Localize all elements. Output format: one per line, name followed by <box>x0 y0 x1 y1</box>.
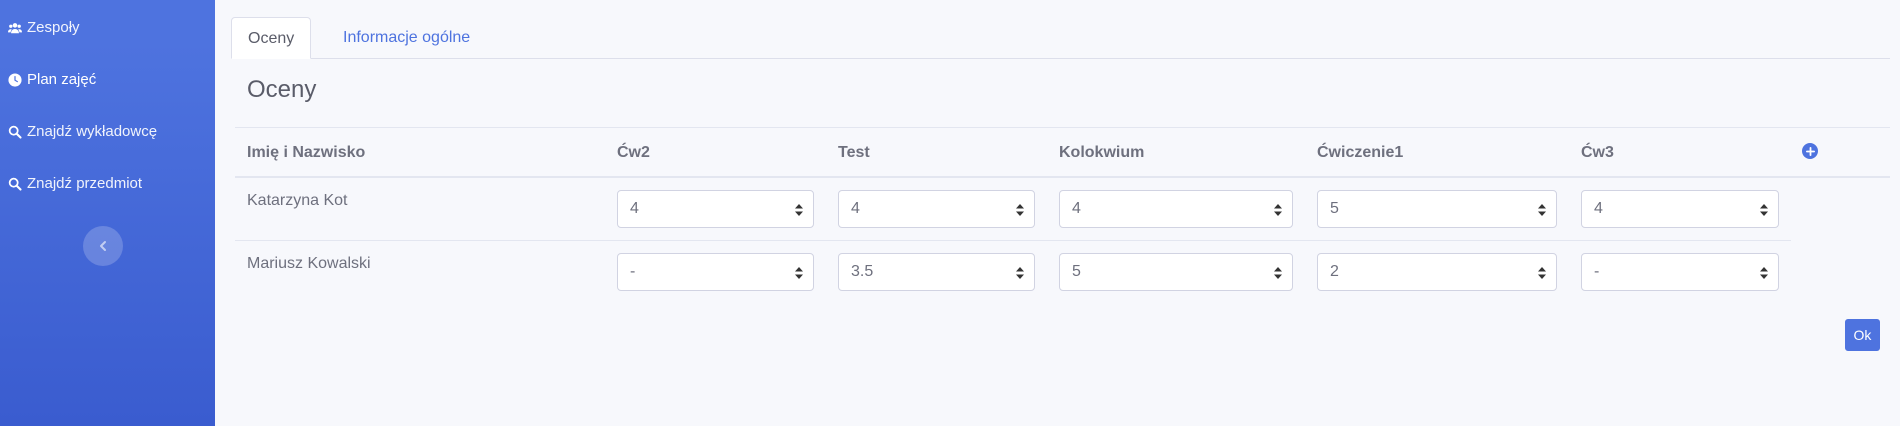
grade-select[interactable]: - <box>617 253 814 291</box>
grade-select[interactable]: 2 <box>1317 253 1557 291</box>
tab-oceny[interactable]: Oceny <box>231 17 312 59</box>
grade-select[interactable]: 5 <box>1059 253 1293 291</box>
page-title: Oceny <box>247 76 317 103</box>
student-name: Mariusz Kowalski <box>247 255 371 272</box>
student-name: Katarzyna Kot <box>247 192 348 209</box>
sidebar-item-label: Znajdź przedmiot <box>27 175 143 192</box>
sidebar-item-label: Znajdź wykładowcę <box>27 123 158 140</box>
grade-value: 5 <box>1072 263 1081 280</box>
table-row: Katarzyna Kot 4 4 4 5 4 <box>235 178 1791 241</box>
users-icon <box>7 20 22 35</box>
sidebar: Zespoły Plan zajęć Znajdź wykładowcę Zna… <box>0 0 215 426</box>
sidebar-item-label: Zespoły <box>27 19 80 36</box>
tab-informacje-ogolne[interactable]: Informacje ogólne <box>327 17 486 59</box>
column-header: Ćwiczenie1 <box>1317 144 1404 161</box>
grade-select[interactable]: 4 <box>1581 190 1779 228</box>
ok-button[interactable]: Ok <box>1845 319 1880 351</box>
table-row: Mariusz Kowalski - 3.5 5 2 - <box>235 241 1791 304</box>
tab-bar: Oceny Informacje ogólne <box>231 17 1890 59</box>
sidebar-item-znajdz-przedmiot[interactable]: Znajdź przedmiot <box>7 175 142 192</box>
sort-arrows-icon <box>1538 267 1546 279</box>
column-header: Kolokwium <box>1059 144 1145 161</box>
sidebar-item-plan-zajec[interactable]: Plan zajęć <box>7 71 96 88</box>
grade-value: 3.5 <box>851 263 874 280</box>
sort-arrows-icon <box>795 204 803 216</box>
grade-value: 2 <box>1330 263 1339 280</box>
sort-arrows-icon <box>1274 204 1282 216</box>
plus-circle-icon <box>1805 146 1815 156</box>
sidebar-toggle-button[interactable] <box>83 226 123 266</box>
sidebar-item-znajdz-wykladowce[interactable]: Znajdź wykładowcę <box>7 123 157 140</box>
table-header: Imię i Nazwisko Ćw2 Test Kolokwium Ćwicz… <box>235 127 1890 178</box>
grade-value: 4 <box>1594 200 1603 217</box>
column-header: Ćw2 <box>617 144 650 161</box>
column-header: Test <box>838 144 870 161</box>
sidebar-item-zespoly[interactable]: Zespoły <box>7 19 80 36</box>
chevron-left-icon <box>100 241 106 251</box>
column-header-name: Imię i Nazwisko <box>247 144 366 161</box>
grade-value: - <box>1594 263 1600 280</box>
grade-select[interactable]: 4 <box>838 190 1035 228</box>
grade-value: 4 <box>630 200 639 217</box>
grade-select[interactable]: 4 <box>1059 190 1293 228</box>
sort-arrows-icon <box>795 267 803 279</box>
sort-arrows-icon <box>1760 204 1768 216</box>
sort-arrows-icon <box>1760 267 1768 279</box>
grade-select[interactable]: - <box>1581 253 1779 291</box>
grade-value: 4 <box>851 200 860 217</box>
search-icon <box>7 124 22 139</box>
sidebar-item-label: Plan zajęć <box>27 71 97 88</box>
sort-arrows-icon <box>1016 267 1024 279</box>
grade-value: - <box>630 263 636 280</box>
grade-select[interactable]: 5 <box>1317 190 1557 228</box>
sort-arrows-icon <box>1016 204 1024 216</box>
search-icon <box>7 176 22 191</box>
grade-value: 5 <box>1330 200 1339 217</box>
sort-arrows-icon <box>1538 204 1546 216</box>
grade-select[interactable]: 4 <box>617 190 814 228</box>
add-column-button[interactable] <box>1802 143 1818 159</box>
grade-value: 4 <box>1072 200 1081 217</box>
grade-select[interactable]: 3.5 <box>838 253 1035 291</box>
sort-arrows-icon <box>1274 267 1282 279</box>
column-header: Ćw3 <box>1581 144 1614 161</box>
clock-icon <box>7 72 22 87</box>
